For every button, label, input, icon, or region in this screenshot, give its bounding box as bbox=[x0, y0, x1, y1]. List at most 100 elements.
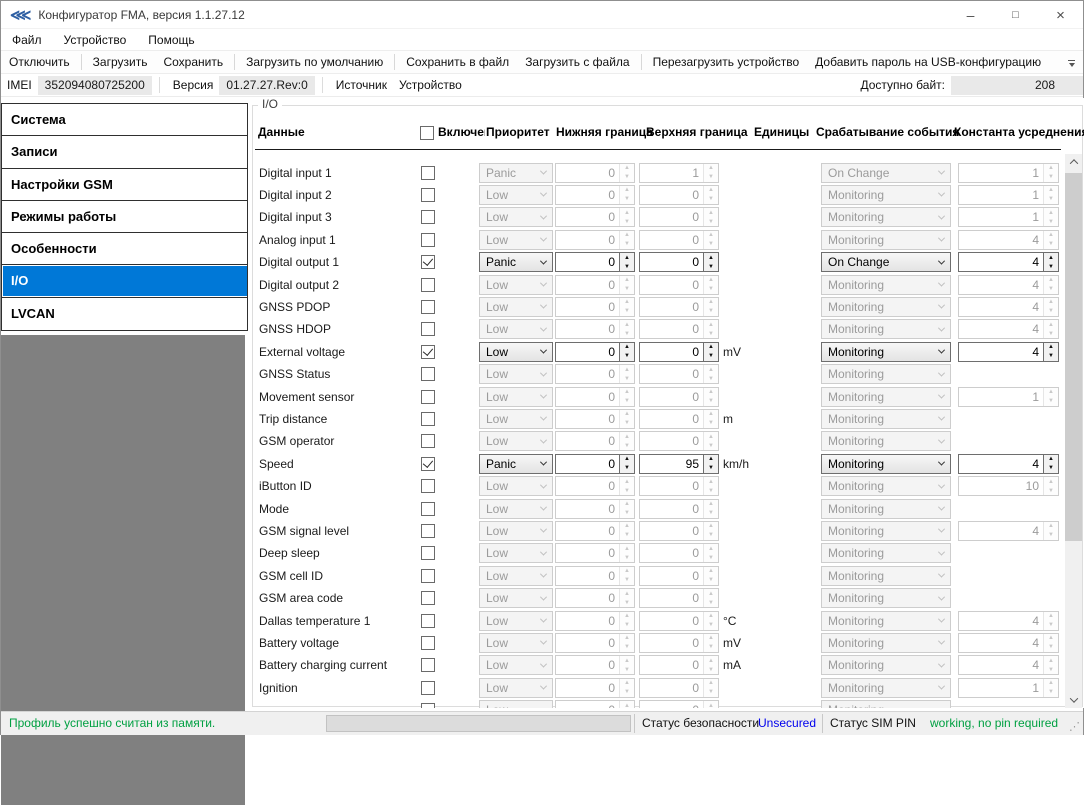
spin-down-icon[interactable]: ▼ bbox=[1044, 464, 1058, 473]
toolbar-overflow-icon[interactable] bbox=[1064, 55, 1079, 71]
sidebar-item-lvcan[interactable]: LVCAN bbox=[2, 298, 247, 330]
spin-down-icon[interactable]: ▼ bbox=[620, 464, 634, 473]
spinner-buttons: ▲▼ bbox=[703, 589, 718, 607]
priority-select[interactable]: Panic bbox=[479, 252, 553, 272]
high-limit-input[interactable]: 0▲▼ bbox=[639, 252, 719, 272]
spin-up-icon[interactable]: ▲ bbox=[704, 455, 718, 464]
enabled-checkbox[interactable] bbox=[421, 479, 435, 493]
enabled-checkbox[interactable] bbox=[421, 188, 435, 202]
spin-down-icon[interactable]: ▼ bbox=[1044, 352, 1058, 361]
menu-item-0[interactable]: Файл bbox=[1, 33, 53, 47]
spin-down-icon[interactable]: ▼ bbox=[1044, 262, 1058, 271]
sidebar-item-features[interactable]: Особенности bbox=[2, 233, 247, 265]
priority-select[interactable]: Low bbox=[479, 342, 553, 362]
enabled-checkbox[interactable] bbox=[421, 569, 435, 583]
averaging-input[interactable]: 4▲▼ bbox=[958, 342, 1059, 362]
scroll-down-icon[interactable] bbox=[1065, 692, 1082, 708]
spinner-buttons[interactable]: ▲▼ bbox=[1043, 253, 1058, 271]
enabled-checkbox[interactable] bbox=[421, 166, 435, 180]
enabled-checkbox[interactable] bbox=[421, 412, 435, 426]
scrollbar-thumb[interactable] bbox=[1065, 173, 1082, 541]
enabled-checkbox[interactable] bbox=[421, 524, 435, 538]
spin-down-icon[interactable]: ▼ bbox=[620, 352, 634, 361]
event-select[interactable]: Monitoring bbox=[821, 454, 951, 474]
spin-down-icon[interactable]: ▼ bbox=[704, 464, 718, 473]
enabled-checkbox[interactable] bbox=[421, 210, 435, 224]
sidebar-item-records[interactable]: Записи bbox=[2, 136, 247, 168]
enabled-checkbox[interactable] bbox=[421, 502, 435, 516]
enabled-checkbox[interactable] bbox=[421, 703, 435, 708]
averaging-input[interactable]: 4▲▼ bbox=[958, 252, 1059, 272]
spinner-buttons[interactable]: ▲▼ bbox=[1043, 455, 1058, 473]
enabled-checkbox[interactable] bbox=[421, 434, 435, 448]
priority-select[interactable]: Panic bbox=[479, 454, 553, 474]
spinner-buttons[interactable]: ▲▼ bbox=[619, 343, 634, 361]
enabled-checkbox[interactable] bbox=[421, 390, 435, 404]
low-limit-input[interactable]: 0▲▼ bbox=[555, 342, 635, 362]
sidebar-item-operating-modes[interactable]: Режимы работы bbox=[2, 201, 247, 233]
event-select[interactable]: On Change bbox=[821, 252, 951, 272]
menu-item-1[interactable]: Устройство bbox=[53, 33, 138, 47]
toolbar-button[interactable]: Отключить bbox=[1, 55, 78, 69]
low-limit-input[interactable]: 0▲▼ bbox=[555, 252, 635, 272]
toolbar-button[interactable]: Перезагрузить устройство bbox=[645, 55, 808, 69]
enabled-checkbox[interactable] bbox=[421, 636, 435, 650]
high-limit-input[interactable]: 95▲▼ bbox=[639, 454, 719, 474]
spin-up-icon[interactable]: ▲ bbox=[704, 253, 718, 262]
sidebar-item-io[interactable]: I/O bbox=[2, 265, 247, 297]
spin-up-icon[interactable]: ▲ bbox=[620, 343, 634, 352]
averaging-input[interactable]: 4▲▼ bbox=[958, 454, 1059, 474]
enabled-checkbox[interactable] bbox=[421, 457, 435, 471]
spinner-buttons[interactable]: ▲▼ bbox=[703, 343, 718, 361]
minimize-button[interactable]: – bbox=[948, 1, 993, 29]
spinner-buttons[interactable]: ▲▼ bbox=[1043, 343, 1058, 361]
close-button[interactable]: × bbox=[1038, 1, 1083, 29]
spinner-buttons[interactable]: ▲▼ bbox=[619, 253, 634, 271]
enabled-checkbox[interactable] bbox=[421, 300, 435, 314]
spinner-buttons[interactable]: ▲▼ bbox=[619, 455, 634, 473]
enabled-checkbox[interactable] bbox=[421, 591, 435, 605]
enabled-checkbox[interactable] bbox=[421, 658, 435, 672]
spin-up-icon[interactable]: ▲ bbox=[620, 253, 634, 262]
enabled-checkbox[interactable] bbox=[421, 278, 435, 292]
low-limit-input[interactable]: 0▲▼ bbox=[555, 454, 635, 474]
toolbar-button[interactable]: Сохранить bbox=[155, 55, 231, 69]
toolbar-button[interactable]: Загрузить bbox=[85, 55, 156, 69]
scroll-up-icon[interactable] bbox=[1065, 154, 1082, 170]
spin-up-icon[interactable]: ▲ bbox=[620, 455, 634, 464]
enabled-checkbox[interactable] bbox=[421, 614, 435, 628]
event-select-value: Monitoring bbox=[828, 614, 884, 628]
sidebar-item-gsm-settings[interactable]: Настройки GSM bbox=[2, 169, 247, 201]
event-select[interactable]: Monitoring bbox=[821, 342, 951, 362]
maximize-button[interactable]: □ bbox=[993, 1, 1038, 29]
spin-down-icon[interactable]: ▼ bbox=[704, 352, 718, 361]
low-limit-input: 0▲▼ bbox=[555, 543, 635, 563]
resize-grip[interactable]: ⋰ bbox=[1069, 722, 1080, 733]
toolbar-button[interactable]: Загрузить с файла bbox=[517, 55, 637, 69]
enabled-checkbox[interactable] bbox=[421, 233, 435, 247]
enabled-checkbox[interactable] bbox=[421, 367, 435, 381]
spinner-buttons[interactable]: ▲▼ bbox=[703, 253, 718, 271]
spin-up-icon[interactable]: ▲ bbox=[704, 343, 718, 352]
high-limit-input-value: 0 bbox=[640, 343, 703, 361]
spin-down-icon[interactable]: ▼ bbox=[704, 262, 718, 271]
enabled-checkbox[interactable] bbox=[421, 322, 435, 336]
high-limit-input[interactable]: 0▲▼ bbox=[639, 342, 719, 362]
toolbar-button[interactable]: Добавить пароль на USB-конфигурацию bbox=[807, 55, 1049, 69]
toolbar-button[interactable]: Загрузить по умолчанию bbox=[238, 55, 391, 69]
toolbar-button[interactable]: Сохранить в файл bbox=[398, 55, 517, 69]
spin-down-icon[interactable]: ▼ bbox=[620, 262, 634, 271]
averaging-input: 1▲▼ bbox=[958, 387, 1059, 407]
spinner-buttons[interactable]: ▲▼ bbox=[703, 455, 718, 473]
enabled-checkbox[interactable] bbox=[421, 546, 435, 560]
enabled-checkbox[interactable] bbox=[421, 345, 435, 359]
sidebar-item-system[interactable]: Система bbox=[2, 104, 247, 136]
spin-up-icon[interactable]: ▲ bbox=[1044, 343, 1058, 352]
enabled-checkbox[interactable] bbox=[421, 255, 435, 269]
enabled-checkbox[interactable] bbox=[421, 681, 435, 695]
vertical-scrollbar[interactable] bbox=[1065, 154, 1082, 708]
spin-up-icon[interactable]: ▲ bbox=[1044, 253, 1058, 262]
spin-up-icon[interactable]: ▲ bbox=[1044, 455, 1058, 464]
menu-item-2[interactable]: Помощь bbox=[137, 33, 205, 47]
io-group-label: I/O bbox=[258, 98, 282, 111]
